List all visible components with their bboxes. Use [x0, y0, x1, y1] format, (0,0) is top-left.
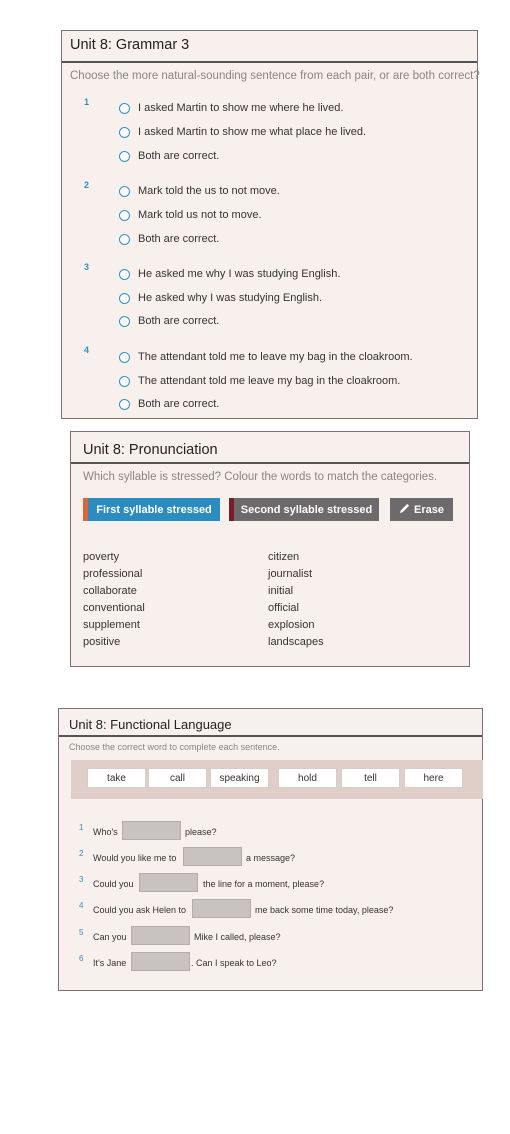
grammar-panel: Unit 8: Grammar 3 Choose the more natura…	[61, 30, 480, 419]
word-item[interactable]: initial	[268, 585, 293, 597]
grammar-instruction: Choose the more natural-sounding sentenc…	[70, 70, 480, 82]
functional-instruction: Choose the correct word to complete each…	[69, 742, 280, 752]
answer-option[interactable]: Both are correct.	[119, 315, 219, 327]
word-item[interactable]: journalist	[268, 568, 312, 580]
sentence-text: Could you	[93, 879, 134, 889]
answer-option[interactable]: I asked Martin to show me what place he …	[119, 126, 366, 138]
sentence-number: 4	[79, 901, 84, 910]
answer-blank[interactable]	[131, 926, 190, 945]
word-item[interactable]: official	[268, 602, 299, 614]
question-number: 1	[84, 97, 90, 107]
radio-button[interactable]	[119, 102, 130, 114]
radio-button[interactable]	[119, 185, 130, 197]
word-bank: take call speaking hold tell here	[71, 760, 483, 799]
pronunciation-instruction: Which syllable is stressed? Colour the w…	[83, 471, 438, 483]
radio-button[interactable]	[119, 292, 130, 304]
sentence-text: Who's	[93, 827, 118, 837]
word-item[interactable]: supplement	[83, 619, 140, 631]
word-chip[interactable]: hold	[278, 768, 337, 788]
sentence-text: . Can I speak to Leo?	[191, 958, 277, 968]
radio-button[interactable]	[119, 209, 130, 221]
sentence-text: please?	[185, 827, 217, 837]
question-number: 4	[84, 345, 90, 355]
title-divider	[59, 735, 482, 737]
sentence-text: Can you	[93, 932, 127, 942]
word-item[interactable]: professional	[83, 568, 142, 580]
word-chip[interactable]: call	[148, 768, 207, 788]
radio-button[interactable]	[119, 233, 130, 245]
sentence-text: It's Jane	[93, 958, 127, 968]
second-syllable-button[interactable]: Second syllable stressed	[229, 498, 379, 521]
word-item[interactable]: landscapes	[268, 636, 324, 648]
question-number: 2	[84, 180, 90, 190]
answer-option[interactable]: He asked me why I was studying English.	[119, 268, 340, 280]
word-item[interactable]: citizen	[268, 551, 299, 563]
answer-option[interactable]: Both are correct.	[119, 233, 219, 245]
functional-panel: Unit 8: Functional Language Choose the c…	[58, 708, 483, 991]
sentence-text: me back some time today, please?	[255, 905, 394, 915]
answer-option[interactable]: I asked Martin to show me where he lived…	[119, 102, 343, 114]
pronunciation-title: Unit 8: Pronunciation	[83, 442, 218, 458]
answer-option[interactable]: Mark told us not to move.	[119, 209, 262, 221]
answer-blank[interactable]	[131, 952, 190, 971]
title-divider	[62, 61, 477, 63]
sentence-number: 2	[79, 849, 84, 858]
pencil-icon	[399, 503, 410, 517]
sentence-text: the line for a moment, please?	[203, 879, 325, 889]
sentence-number: 6	[79, 954, 84, 963]
sentence-number: 3	[79, 875, 84, 884]
word-chip[interactable]: tell	[341, 768, 400, 788]
sentence-number: 5	[79, 928, 84, 937]
answer-option[interactable]: The attendant told me leave my bag in th…	[119, 375, 400, 387]
first-syllable-button[interactable]: First syllable stressed	[83, 498, 220, 521]
answer-option[interactable]: Both are correct.	[119, 398, 219, 410]
sentence-number: 1	[79, 823, 84, 832]
answer-option[interactable]: Both are correct.	[119, 150, 219, 162]
radio-button[interactable]	[119, 268, 130, 280]
answer-option[interactable]: Mark told the us to not move.	[119, 185, 280, 197]
answer-blank[interactable]	[139, 873, 198, 892]
word-item[interactable]: conventional	[83, 602, 145, 614]
answer-blank[interactable]	[122, 821, 181, 840]
radio-button[interactable]	[119, 315, 130, 327]
title-divider	[71, 462, 469, 464]
answer-blank[interactable]	[183, 847, 242, 866]
answer-blank[interactable]	[192, 899, 251, 918]
radio-button[interactable]	[119, 398, 130, 410]
word-item[interactable]: explosion	[268, 619, 314, 631]
radio-button[interactable]	[119, 375, 130, 387]
grammar-title: Unit 8: Grammar 3	[70, 37, 190, 53]
functional-title: Unit 8: Functional Language	[69, 717, 232, 732]
pronunciation-panel: Unit 8: Pronunciation Which syllable is …	[70, 431, 470, 667]
radio-button[interactable]	[119, 150, 130, 162]
word-chip[interactable]: here	[404, 768, 463, 788]
word-item[interactable]: collaborate	[83, 585, 137, 597]
question-number: 3	[84, 262, 90, 272]
radio-button[interactable]	[119, 351, 130, 363]
answer-option[interactable]: The attendant told me to leave my bag in…	[119, 351, 413, 363]
sentence-text: a message?	[246, 853, 296, 863]
radio-button[interactable]	[119, 126, 130, 138]
word-item[interactable]: poverty	[83, 551, 119, 563]
sentence-text: Could you ask Helen to	[93, 905, 187, 915]
word-item[interactable]: positive	[83, 636, 120, 648]
word-chip[interactable]: speaking	[210, 768, 269, 788]
sentence-text: Would you like me to	[93, 853, 177, 863]
erase-button[interactable]: Erase	[390, 498, 453, 521]
sentence-text: Mike I called, please?	[194, 932, 281, 942]
word-chip[interactable]: take	[87, 768, 146, 788]
answer-option[interactable]: He asked why I was studying English.	[119, 292, 322, 304]
